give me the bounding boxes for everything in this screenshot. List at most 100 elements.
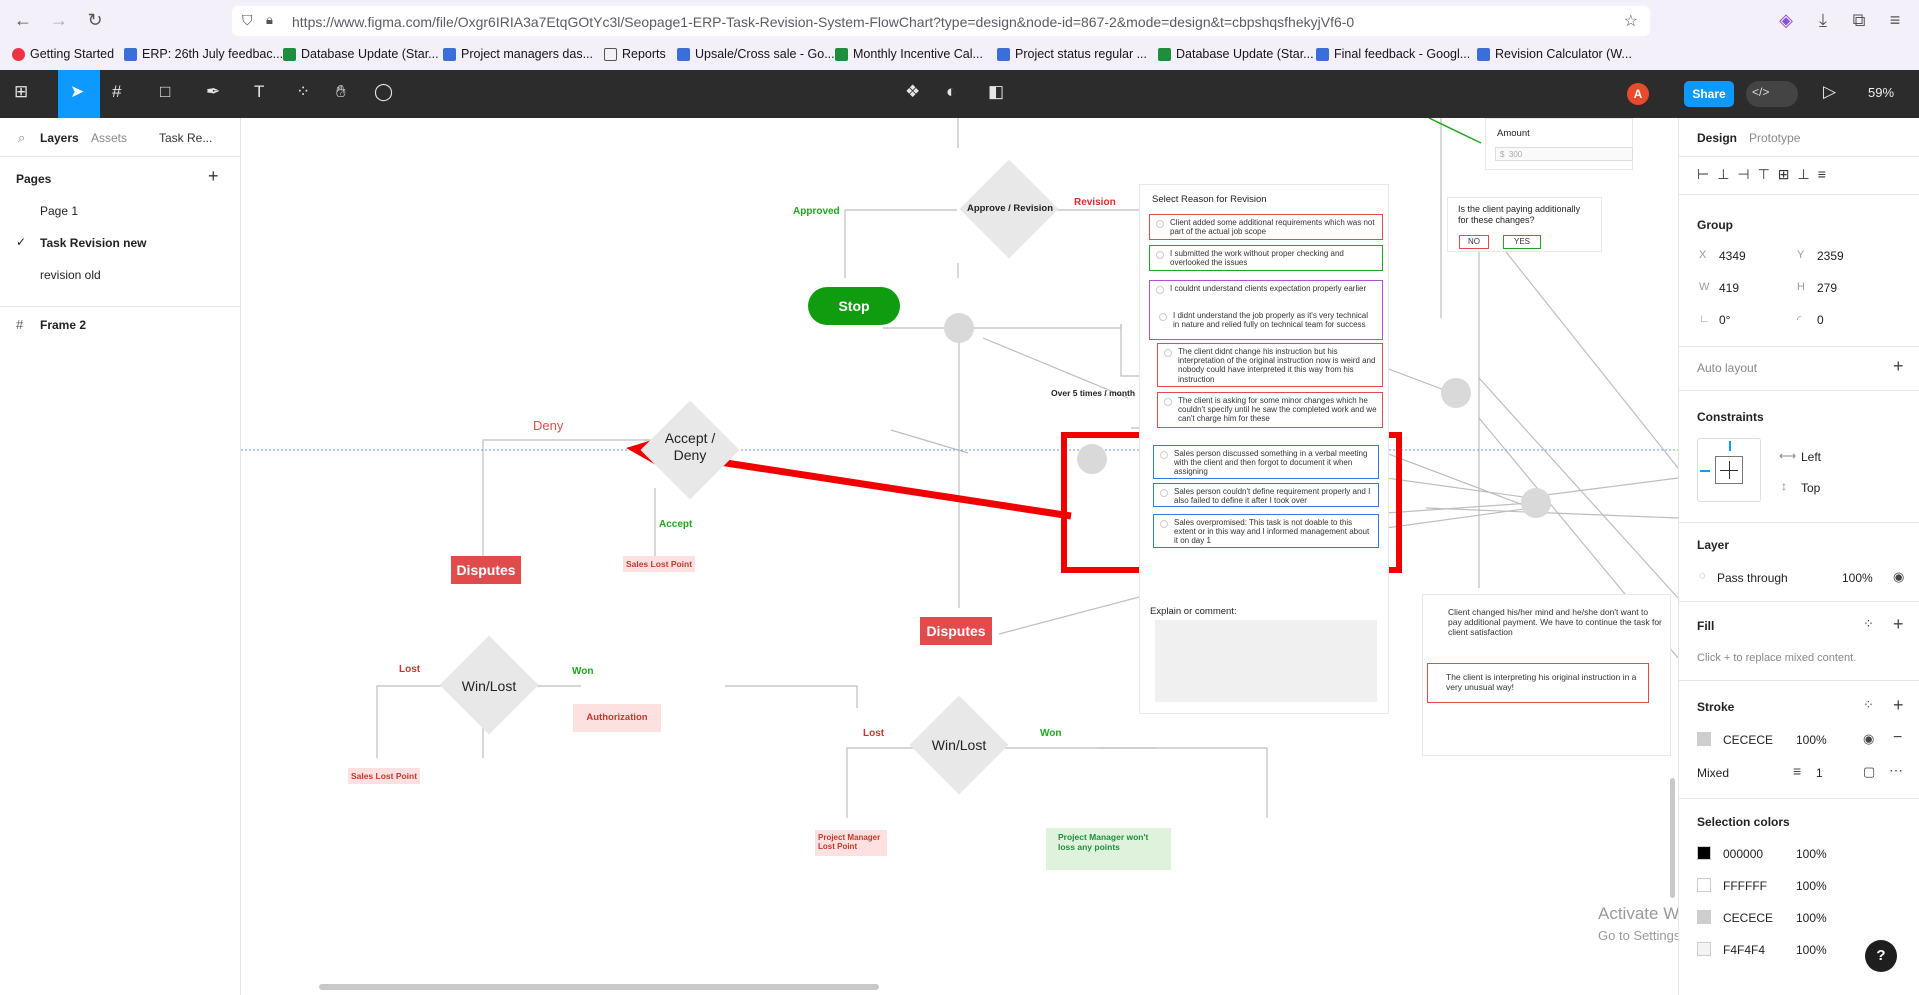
disputes-node[interactable]: Disputes (451, 556, 521, 584)
bookmark-item[interactable]: Project managers das... (443, 47, 593, 61)
share-button[interactable]: Share (1684, 81, 1734, 107)
reload-icon[interactable]: ↻ (84, 10, 106, 31)
bookmark-item[interactable]: Revision Calculator (W... (1477, 47, 1632, 61)
client-changed-option[interactable]: Client changed his/her mind and he/she d… (1434, 607, 1662, 638)
boolean-icon[interactable]: ◧ (988, 82, 1004, 102)
h-value[interactable]: 279 (1817, 281, 1837, 295)
reason-option[interactable]: Client added some additional requirement… (1149, 214, 1383, 240)
download-icon[interactable]: ⤓ (1812, 10, 1834, 31)
tab-layers[interactable]: Layers (40, 131, 79, 145)
component-icon[interactable]: ❖ (905, 82, 920, 102)
resources-icon[interactable]: ⁘ (296, 82, 310, 102)
reason-option[interactable]: The client is asking for some minor chan… (1157, 392, 1383, 428)
reason-option[interactable]: Sales overpromised: This task is not doa… (1153, 514, 1379, 548)
color-hex[interactable]: F4F4F4 (1723, 943, 1765, 957)
amount-input[interactable]: $ 300 (1495, 147, 1633, 161)
dev-mode-toggle[interactable]: </> (1746, 81, 1798, 107)
extensions-icon[interactable]: ⧉ (1848, 10, 1870, 31)
mask-icon[interactable]: ◐ (946, 82, 956, 102)
reason-option[interactable]: The client didnt change his instruction … (1157, 343, 1383, 387)
comment-tool-icon[interactable]: ◯ (374, 82, 393, 102)
group-label[interactable]: Group (1697, 218, 1733, 232)
stroke-swatch[interactable] (1697, 732, 1711, 746)
bookmark-item[interactable]: Database Update (Star... (1158, 47, 1314, 61)
page-item[interactable]: Page 1 (40, 204, 78, 218)
no-option[interactable]: NO (1459, 235, 1489, 249)
disputes-node[interactable]: Disputes (920, 617, 992, 645)
color-opacity[interactable]: 100% (1796, 879, 1827, 893)
hand-tool-icon[interactable]: ✋︎ (336, 82, 346, 102)
blend-mode[interactable]: Pass through (1717, 571, 1788, 585)
stroke-width[interactable]: 1 (1816, 766, 1823, 780)
horizontal-scrollbar[interactable] (319, 984, 879, 990)
stop-node[interactable]: Stop (808, 287, 900, 325)
stroke-sides-icon[interactable]: ▢ (1863, 764, 1875, 780)
x-value[interactable]: 4349 (1719, 249, 1746, 263)
tab-assets[interactable]: Assets (91, 131, 127, 145)
color-hex[interactable]: 000000 (1723, 847, 1763, 861)
align-icons[interactable]: ⊢⊥⊣⊤⊞⊥≡ (1697, 166, 1834, 183)
color-opacity[interactable]: 100% (1796, 911, 1827, 925)
pocket-icon[interactable]: ◈ (1775, 10, 1797, 31)
constraints-widget[interactable] (1697, 438, 1761, 502)
reason-option[interactable]: I didnt understand the job properly as i… (1153, 308, 1379, 338)
pm-no-loss-box[interactable]: Project Manager won't loss any points (1046, 828, 1171, 870)
back-icon[interactable]: ← (12, 10, 34, 31)
authorization-box[interactable]: Authorization (573, 704, 661, 732)
tab-prototype[interactable]: Prototype (1749, 131, 1800, 145)
sales-lost-point-box[interactable]: Sales Lost Point (623, 556, 695, 572)
present-icon[interactable]: ▷ (1823, 82, 1836, 102)
pen-tool-icon[interactable]: ✒ (206, 82, 220, 102)
color-opacity[interactable]: 100% (1796, 943, 1827, 957)
color-opacity[interactable]: 100% (1796, 847, 1827, 861)
color-swatch[interactable] (1697, 846, 1711, 860)
client-interpreting-option[interactable]: The client is interpreting his original … (1427, 663, 1649, 703)
zoom-level[interactable]: 59% (1868, 85, 1894, 100)
y-value[interactable]: 2359 (1817, 249, 1844, 263)
page-item[interactable]: revision old (40, 268, 101, 282)
text-tool-icon[interactable]: T (254, 82, 264, 102)
vertical-scrollbar[interactable] (1670, 778, 1675, 898)
move-tool[interactable]: ➤ (58, 70, 100, 118)
frame-tool-icon[interactable]: # (112, 82, 121, 102)
stroke-opacity[interactable]: 100% (1796, 733, 1827, 747)
visibility-icon[interactable]: ◉ (1863, 731, 1874, 747)
remove-stroke-icon[interactable]: − (1893, 729, 1902, 747)
layer-opacity[interactable]: 100% (1842, 571, 1873, 585)
bookmark-item[interactable]: Project status regular ... (997, 47, 1147, 61)
tab-design[interactable]: Design (1697, 131, 1737, 145)
avatar[interactable]: A (1627, 83, 1649, 105)
junction-node[interactable] (1441, 378, 1471, 408)
bookmark-item[interactable]: ERP: 26th July feedbac... (124, 47, 283, 61)
junction-node[interactable] (1521, 488, 1551, 518)
stroke-position[interactable]: Mixed (1697, 766, 1729, 780)
canvas[interactable]: Approve / Revision Approved Revision Sto… (241, 118, 1678, 995)
comment-textarea[interactable] (1155, 620, 1377, 702)
color-hex[interactable]: FFFFFF (1723, 879, 1767, 893)
reason-option[interactable]: Sales person couldn't define requirement… (1153, 483, 1379, 507)
constraint-horizontal[interactable]: Left (1801, 450, 1821, 464)
bookmark-item[interactable]: Getting Started (12, 47, 114, 61)
junction-node[interactable] (944, 313, 974, 343)
shape-tool-icon[interactable]: □ (160, 82, 170, 102)
style-icon[interactable]: ⁘ (1863, 616, 1874, 632)
constraint-vertical[interactable]: Top (1801, 481, 1820, 495)
w-value[interactable]: 419 (1719, 281, 1739, 295)
add-stroke-icon[interactable]: + (1893, 695, 1904, 716)
rotation-value[interactable]: 0° (1719, 313, 1730, 327)
bookmark-item[interactable]: Upsale/Cross sale - Go... (677, 47, 835, 61)
pm-lost-point-box[interactable]: Project Manager Lost Point (815, 830, 887, 856)
forward-icon[interactable]: → (48, 10, 70, 31)
bookmark-item[interactable]: Monthly Incentive Cal... (835, 47, 983, 61)
color-swatch[interactable] (1697, 910, 1711, 924)
help-button[interactable]: ? (1865, 940, 1897, 972)
yes-option[interactable]: YES (1503, 235, 1541, 249)
add-fill-icon[interactable]: + (1893, 614, 1904, 635)
bookmark-item[interactable]: Final feedback - Googl... (1316, 47, 1470, 61)
reason-option[interactable]: I submitted the work without proper chec… (1149, 245, 1383, 271)
star-icon[interactable]: ☆ (1624, 11, 1638, 31)
page-item-active[interactable]: Task Revision new (40, 236, 146, 250)
reason-option[interactable]: Sales person discussed something in a ve… (1153, 445, 1379, 479)
more-icon[interactable]: ⋯ (1889, 762, 1903, 779)
bookmark-item[interactable]: Database Update (Star... (283, 47, 439, 61)
